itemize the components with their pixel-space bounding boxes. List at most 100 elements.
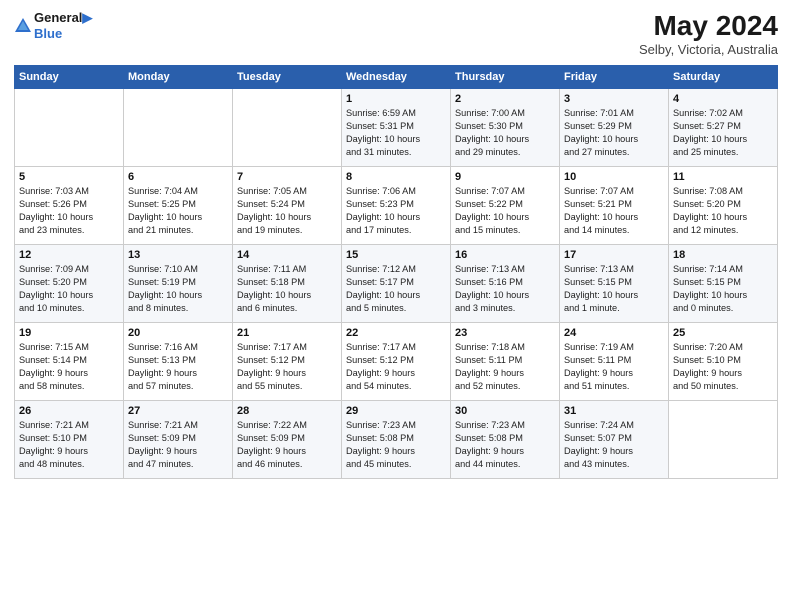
- day-info: Sunrise: 7:11 AM Sunset: 5:18 PM Dayligh…: [237, 263, 337, 315]
- day-number: 29: [346, 405, 446, 417]
- day-info: Sunrise: 7:16 AM Sunset: 5:13 PM Dayligh…: [128, 341, 228, 393]
- day-info: Sunrise: 7:24 AM Sunset: 5:07 PM Dayligh…: [564, 419, 664, 471]
- calendar-cell: 5Sunrise: 7:03 AM Sunset: 5:26 PM Daylig…: [15, 167, 124, 245]
- day-info: Sunrise: 7:15 AM Sunset: 5:14 PM Dayligh…: [19, 341, 119, 393]
- calendar-cell: 13 Sunrise: 7:10 AM Sunset: 5:19 PM Dayli…: [124, 245, 233, 323]
- day-number: 20: [128, 327, 228, 339]
- weekday-header-saturday: Saturday: [669, 66, 778, 89]
- day-number: 23: [455, 327, 555, 339]
- day-info: Sunrise: 7:13 AM Sunset: 5:15 PM Dayligh…: [564, 263, 664, 315]
- day-number: 8: [346, 171, 446, 183]
- day-info: Sunrise: 7:22 AM Sunset: 5:09 PM Dayligh…: [237, 419, 337, 471]
- calendar-cell: 15 Sunrise: 7:12 AM Sunset: 5:17 PM Dayli…: [342, 245, 451, 323]
- day-number: 24: [564, 327, 664, 339]
- day-number: 15: [346, 249, 446, 261]
- calendar-cell: 28 Sunrise: 7:22 AM Sunset: 5:09 PM Dayli…: [233, 401, 342, 479]
- day-number: 10: [564, 171, 664, 183]
- day-number: 9: [455, 171, 555, 183]
- day-number: 14: [237, 249, 337, 261]
- day-number: 2: [455, 93, 555, 105]
- day-info: Sunrise: 7:20 AM Sunset: 5:10 PM Dayligh…: [673, 341, 773, 393]
- day-number: 28: [237, 405, 337, 417]
- title-block: May 2024 Selby, Victoria, Australia: [639, 10, 778, 57]
- calendar-cell: 14 Sunrise: 7:11 AM Sunset: 5:18 PM Dayli…: [233, 245, 342, 323]
- calendar-cell: 11 Sunrise: 7:08 AM Sunset: 5:20 PM Dayli…: [669, 167, 778, 245]
- calendar-cell: 7 Sunrise: 7:05 AM Sunset: 5:24 PM Daylig…: [233, 167, 342, 245]
- calendar-cell: 23 Sunrise: 7:18 AM Sunset: 5:11 PM Dayli…: [451, 323, 560, 401]
- weekday-header-friday: Friday: [560, 66, 669, 89]
- logo-icon: [14, 17, 32, 35]
- calendar-cell: 26Sunrise: 7:21 AM Sunset: 5:10 PM Dayli…: [15, 401, 124, 479]
- day-info: Sunrise: 7:01 AM Sunset: 5:29 PM Dayligh…: [564, 107, 664, 159]
- day-number: 27: [128, 405, 228, 417]
- calendar-week-5: 26Sunrise: 7:21 AM Sunset: 5:10 PM Dayli…: [15, 401, 778, 479]
- calendar-week-3: 12 Sunrise: 7:09 AM Sunset: 5:20 PM Dayli…: [15, 245, 778, 323]
- day-info: Sunrise: 7:18 AM Sunset: 5:11 PM Dayligh…: [455, 341, 555, 393]
- day-number: 16: [455, 249, 555, 261]
- day-number: 4: [673, 93, 773, 105]
- day-number: 21: [237, 327, 337, 339]
- calendar-week-2: 5Sunrise: 7:03 AM Sunset: 5:26 PM Daylig…: [15, 167, 778, 245]
- day-number: 13: [128, 249, 228, 261]
- subtitle: Selby, Victoria, Australia: [639, 42, 778, 57]
- calendar-cell: [15, 89, 124, 167]
- day-info: Sunrise: 7:13 AM Sunset: 5:16 PM Dayligh…: [455, 263, 555, 315]
- day-info: Sunrise: 7:23 AM Sunset: 5:08 PM Dayligh…: [455, 419, 555, 471]
- weekday-header-tuesday: Tuesday: [233, 66, 342, 89]
- calendar-cell: 19 Sunrise: 7:15 AM Sunset: 5:14 PM Dayli…: [15, 323, 124, 401]
- day-number: 7: [237, 171, 337, 183]
- day-number: 25: [673, 327, 773, 339]
- day-number: 12: [19, 249, 119, 261]
- day-info: Sunrise: 7:23 AM Sunset: 5:08 PM Dayligh…: [346, 419, 446, 471]
- calendar-cell: [233, 89, 342, 167]
- header: General▶ Blue May 2024 Selby, Victoria, …: [14, 10, 778, 57]
- calendar-week-1: 1 Sunrise: 6:59 AM Sunset: 5:31 PM Daylig…: [15, 89, 778, 167]
- calendar-cell: 2 Sunrise: 7:00 AM Sunset: 5:30 PM Daylig…: [451, 89, 560, 167]
- calendar-cell: 29 Sunrise: 7:23 AM Sunset: 5:08 PM Dayli…: [342, 401, 451, 479]
- calendar-cell: 3 Sunrise: 7:01 AM Sunset: 5:29 PM Daylig…: [560, 89, 669, 167]
- day-number: 30: [455, 405, 555, 417]
- page: General▶ Blue May 2024 Selby, Victoria, …: [0, 0, 792, 612]
- day-number: 19: [19, 327, 119, 339]
- day-info: Sunrise: 7:04 AM Sunset: 5:25 PM Dayligh…: [128, 185, 228, 237]
- calendar-cell: 24 Sunrise: 7:19 AM Sunset: 5:11 PM Dayli…: [560, 323, 669, 401]
- calendar-cell: 1 Sunrise: 6:59 AM Sunset: 5:31 PM Daylig…: [342, 89, 451, 167]
- day-info: Sunrise: 7:12 AM Sunset: 5:17 PM Dayligh…: [346, 263, 446, 315]
- main-title: May 2024: [639, 10, 778, 42]
- logo-text: General▶ Blue: [34, 10, 92, 41]
- day-info: Sunrise: 7:21 AM Sunset: 5:09 PM Dayligh…: [128, 419, 228, 471]
- day-info: Sunrise: 7:17 AM Sunset: 5:12 PM Dayligh…: [346, 341, 446, 393]
- day-info: Sunrise: 7:03 AM Sunset: 5:26 PM Dayligh…: [19, 185, 119, 237]
- calendar-cell: 20 Sunrise: 7:16 AM Sunset: 5:13 PM Dayli…: [124, 323, 233, 401]
- day-info: Sunrise: 7:10 AM Sunset: 5:19 PM Dayligh…: [128, 263, 228, 315]
- calendar-cell: 22 Sunrise: 7:17 AM Sunset: 5:12 PM Dayli…: [342, 323, 451, 401]
- day-number: 3: [564, 93, 664, 105]
- weekday-header-monday: Monday: [124, 66, 233, 89]
- day-number: 17: [564, 249, 664, 261]
- day-info: Sunrise: 7:02 AM Sunset: 5:27 PM Dayligh…: [673, 107, 773, 159]
- calendar-cell: 21Sunrise: 7:17 AM Sunset: 5:12 PM Dayli…: [233, 323, 342, 401]
- day-info: Sunrise: 7:06 AM Sunset: 5:23 PM Dayligh…: [346, 185, 446, 237]
- calendar-table: SundayMondayTuesdayWednesdayThursdayFrid…: [14, 65, 778, 479]
- day-info: Sunrise: 7:05 AM Sunset: 5:24 PM Dayligh…: [237, 185, 337, 237]
- day-number: 22: [346, 327, 446, 339]
- day-info: Sunrise: 7:00 AM Sunset: 5:30 PM Dayligh…: [455, 107, 555, 159]
- logo: General▶ Blue: [14, 10, 92, 41]
- day-info: Sunrise: 7:09 AM Sunset: 5:20 PM Dayligh…: [19, 263, 119, 315]
- calendar-cell: 9 Sunrise: 7:07 AM Sunset: 5:22 PM Daylig…: [451, 167, 560, 245]
- calendar-cell: 12 Sunrise: 7:09 AM Sunset: 5:20 PM Dayli…: [15, 245, 124, 323]
- calendar-cell: [669, 401, 778, 479]
- day-number: 11: [673, 171, 773, 183]
- calendar-cell: [124, 89, 233, 167]
- calendar-cell: 8 Sunrise: 7:06 AM Sunset: 5:23 PM Daylig…: [342, 167, 451, 245]
- day-info: Sunrise: 6:59 AM Sunset: 5:31 PM Dayligh…: [346, 107, 446, 159]
- day-number: 1: [346, 93, 446, 105]
- calendar-cell: 27 Sunrise: 7:21 AM Sunset: 5:09 PM Dayli…: [124, 401, 233, 479]
- day-info: Sunrise: 7:08 AM Sunset: 5:20 PM Dayligh…: [673, 185, 773, 237]
- day-info: Sunrise: 7:19 AM Sunset: 5:11 PM Dayligh…: [564, 341, 664, 393]
- day-info: Sunrise: 7:07 AM Sunset: 5:21 PM Dayligh…: [564, 185, 664, 237]
- day-info: Sunrise: 7:07 AM Sunset: 5:22 PM Dayligh…: [455, 185, 555, 237]
- weekday-header-thursday: Thursday: [451, 66, 560, 89]
- day-number: 31: [564, 405, 664, 417]
- day-number: 18: [673, 249, 773, 261]
